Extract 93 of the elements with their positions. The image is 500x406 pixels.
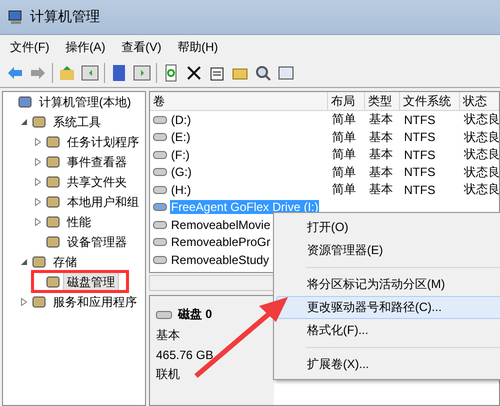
context-menu-item[interactable]: 打开(O) [276, 216, 500, 239]
disk-type: 基本 [156, 327, 181, 344]
expand-arrow-icon[interactable] [35, 218, 41, 226]
drive-icon [153, 116, 167, 124]
table-cell-text: 基本 [368, 181, 394, 198]
menu-item[interactable]: 操作(A) [65, 38, 106, 56]
table-cell-text: 基本 [368, 146, 394, 164]
table-cell-text: NTFS [403, 112, 436, 127]
volume-name[interactable]: (G:) [170, 165, 193, 180]
volume-name[interactable]: RemoveableStudy [170, 252, 270, 267]
menu-item[interactable]: 文件(F) [10, 38, 50, 56]
node-icon [46, 195, 60, 209]
expand-arrow-icon[interactable] [21, 298, 27, 306]
tree-item[interactable]: 任务计划程序 [63, 132, 143, 152]
drive-icon [153, 168, 167, 176]
table-cell-text: 简单 [331, 111, 357, 128]
window-title: 计算机管理 [30, 8, 100, 26]
panel-icon[interactable] [133, 64, 151, 82]
disk-name: 磁盘 0 [178, 306, 212, 323]
context-menu-item[interactable]: 资源管理器(E) [276, 239, 500, 262]
table-cell-text: 基本 [368, 128, 394, 146]
tree-item[interactable]: 本地用户和组 [63, 192, 143, 212]
tree-item[interactable]: 设备管理器 [63, 232, 131, 252]
node-icon [46, 235, 60, 249]
expand-arrow-icon[interactable] [35, 158, 41, 166]
collapse-arrow-icon[interactable] [21, 119, 27, 125]
node-icon [32, 255, 46, 269]
context-menu-item[interactable]: 将分区标记为活动分区(M) [276, 273, 500, 296]
drive-icon [153, 203, 167, 212]
node-icon [46, 215, 60, 229]
tree-item[interactable]: 事件查看器 [63, 152, 131, 172]
node-icon [18, 95, 32, 109]
tree-item[interactable]: 共享文件夹 [63, 172, 131, 192]
table-cell-text: NTFS [403, 182, 436, 197]
expand-arrow-icon[interactable] [35, 198, 41, 206]
node-icon [32, 295, 46, 309]
table-cell-text: NTFS [403, 130, 436, 144]
tree-item[interactable]: 系统工具 [49, 112, 105, 132]
volume-name[interactable]: (F:) [170, 148, 191, 162]
volume-name[interactable]: (D:) [170, 112, 192, 127]
computer-icon [8, 9, 24, 25]
drive-icon [153, 150, 167, 159]
disk-status: 联机 [156, 366, 181, 383]
folder-up-icon[interactable] [58, 64, 76, 82]
tree-item[interactable]: 服务和应用程序 [49, 292, 141, 312]
table-cell-text: NTFS [403, 165, 436, 180]
node-icon [46, 155, 60, 169]
expand-arrow-icon[interactable] [35, 138, 41, 146]
column-header[interactable]: 状态 [460, 92, 499, 110]
table-cell-text: 状态良 [463, 181, 499, 198]
table-cell-text: 状态良 [463, 111, 499, 128]
context-menu-item[interactable]: 格式化(F)... [276, 319, 500, 342]
table-cell-text: 简单 [331, 164, 357, 181]
table-cell-text: 简单 [331, 128, 357, 146]
column-header[interactable]: 布局 [328, 92, 365, 110]
drive-icon [153, 238, 167, 246]
table-cell-text: 简单 [331, 146, 357, 164]
panel-icon[interactable] [81, 64, 99, 82]
column-header[interactable]: 卷 [150, 92, 328, 110]
node-icon [32, 115, 46, 129]
collapse-arrow-icon[interactable] [21, 259, 27, 265]
node-icon [46, 275, 60, 289]
table-cell-text: 基本 [368, 164, 394, 181]
drive-icon [153, 220, 167, 229]
drive-icon [153, 256, 167, 264]
volume-name[interactable]: RemoveableProGr [170, 235, 272, 250]
node-icon [46, 135, 60, 149]
table-cell-text: 简单 [331, 181, 357, 198]
search-icon[interactable] [254, 64, 272, 82]
column-header[interactable]: 类型 [365, 92, 400, 110]
table-cell-text: NTFS [403, 148, 436, 162]
volume-name[interactable]: (H:) [170, 182, 192, 197]
close-icon[interactable] [185, 64, 203, 82]
table-cell-text: 状态良 [463, 128, 499, 146]
volume-name[interactable]: (E:) [170, 130, 192, 144]
drive-icon [153, 133, 167, 142]
context-menu-item[interactable]: 扩展卷(X)... [276, 353, 500, 376]
expand-arrow-icon[interactable] [35, 178, 41, 186]
drive-icon [153, 186, 167, 194]
tree-item[interactable]: 性能 [63, 212, 95, 232]
volume-name[interactable]: RemoveabelMovie [170, 218, 272, 232]
menu-item[interactable]: 查看(V) [121, 38, 162, 56]
table-cell-text: 状态良 [463, 146, 499, 164]
table-cell-text: 基本 [368, 111, 394, 128]
context-menu-item[interactable]: 更改驱动器号和路径(C)... [276, 296, 500, 319]
node-icon [46, 175, 60, 189]
table-cell-text: 状态良 [463, 164, 499, 181]
column-header[interactable]: 文件系统 [400, 92, 460, 110]
window-icon[interactable] [277, 64, 295, 82]
disk-size: 465.76 GB [156, 348, 214, 362]
tree-item[interactable]: 存储 [49, 252, 81, 272]
menu-item[interactable]: 帮助(H) [177, 38, 218, 56]
tree-item[interactable]: 计算机管理(本地) [35, 92, 135, 112]
